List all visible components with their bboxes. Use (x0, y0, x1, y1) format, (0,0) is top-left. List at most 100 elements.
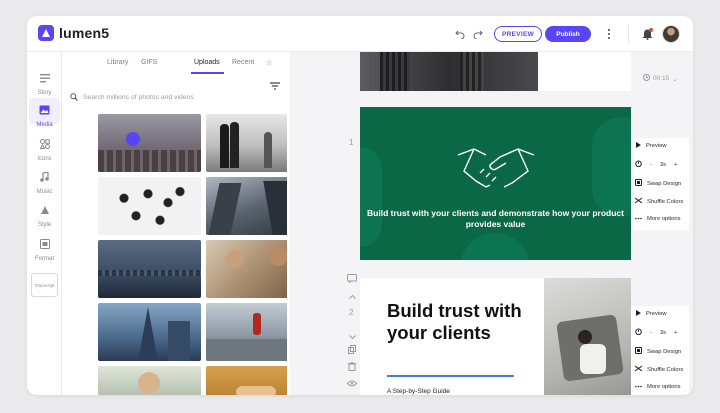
scene-1-more-options-button[interactable]: More options (635, 216, 681, 222)
scene-2-shuffle-colors-button[interactable]: Shuffle Colors (634, 365, 684, 374)
tab-uploads[interactable]: Uploads (194, 59, 220, 66)
publish-button[interactable]: Publish (545, 26, 591, 42)
tab-library[interactable]: Library (107, 59, 128, 66)
handshake-icon (456, 143, 536, 194)
tab-gifs[interactable]: GIFS (141, 59, 157, 66)
decrease-duration-button[interactable]: - (650, 162, 652, 168)
style-icon (40, 202, 50, 220)
rail-item-music[interactable]: Music (27, 169, 62, 195)
left-rail: Story Media Icons Music Style Format Tra… (27, 52, 62, 395)
more-options-label: More options (647, 384, 681, 390)
story-icon (39, 70, 50, 88)
media-icon (39, 102, 50, 120)
rail-item-icons[interactable]: Icons (27, 136, 62, 162)
chevron-down-icon[interactable]: ⌄ (672, 75, 677, 83)
swap-design-label: Swap Design (647, 180, 682, 187)
logo-text: lumen5 (59, 25, 110, 41)
timer-icon (635, 160, 642, 169)
media-thumbnail[interactable] (98, 177, 201, 235)
media-thumbnail[interactable] (98, 240, 201, 298)
timer-icon (635, 328, 642, 337)
rail-item-label: Music (36, 189, 53, 195)
scene-2-preview-button[interactable]: Preview (635, 310, 667, 318)
more-dots-icon (635, 384, 642, 390)
rail-item-label: Media (36, 122, 53, 128)
preview-label: Preview (646, 143, 667, 149)
active-tab-indicator (191, 72, 224, 74)
rail-item-format[interactable]: Format (27, 236, 62, 262)
media-thumbnail[interactable] (206, 303, 287, 361)
scene-2-subtitle: A Step-by-Step Guide (387, 388, 450, 395)
filter-lines-icon[interactable] (270, 77, 280, 95)
transcript-button[interactable]: Transcript (31, 273, 58, 297)
title-underline (387, 375, 514, 377)
user-avatar[interactable] (662, 25, 680, 43)
rail-item-story[interactable]: Story (27, 70, 62, 96)
shuffle-colors-label: Shuffle Colors (647, 198, 684, 205)
toolbar-divider (628, 25, 629, 43)
scene-number: 2 (349, 308, 354, 317)
notification-bell-icon[interactable] (639, 26, 655, 42)
scene-1-duration-stepper[interactable]: - 3s + (635, 160, 677, 169)
scene-1-shuffle-colors-button[interactable]: Shuffle Colors (634, 197, 684, 206)
play-icon (635, 310, 641, 318)
scene-2-options: Preview - 3s + Swap Design Shuffle Color… (631, 306, 689, 395)
scene-2-slide[interactable]: Build trust with your clients A Step-by-… (360, 278, 631, 395)
rail-item-media[interactable]: Media (27, 98, 62, 128)
rail-item-label: Icons (37, 156, 52, 162)
scene-preview-partial[interactable] (360, 52, 538, 91)
duration-value: 3s (659, 161, 667, 168)
music-icon (40, 169, 49, 187)
search-icon (70, 88, 78, 106)
scene-1-slide[interactable]: Build trust with your clients and demons… (360, 107, 631, 260)
undo-icon[interactable] (452, 26, 468, 42)
logo[interactable]: lumen5 (38, 25, 109, 41)
lumen5-logo-icon (38, 25, 54, 41)
rail-item-label: Story (37, 90, 52, 96)
shuffle-colors-label: Shuffle Colors (647, 366, 684, 373)
redo-icon[interactable] (470, 26, 486, 42)
scene-2-photo[interactable] (544, 278, 631, 395)
preview-button[interactable]: PREVIEW (494, 26, 542, 42)
media-thumbnail[interactable] (98, 114, 201, 172)
scene-number: 1 (349, 138, 354, 147)
star-icon[interactable]: ☆ (266, 59, 272, 67)
increase-duration-button[interactable]: + (674, 162, 677, 168)
icons-icon (39, 136, 50, 154)
play-icon (635, 142, 641, 150)
tab-recent[interactable]: Recent (232, 59, 254, 66)
media-thumbnail[interactable] (206, 177, 287, 235)
timeline-duration: 00:15 ⌄ (643, 74, 678, 83)
swap-design-icon (635, 179, 642, 188)
rail-item-style[interactable]: Style (27, 202, 62, 228)
more-options-label: More options (647, 216, 681, 222)
scene-2-swap-design-button[interactable]: Swap Design (635, 347, 681, 356)
more-menu-icon[interactable] (601, 26, 617, 42)
scene-2-more-options-button[interactable]: More options (635, 384, 681, 390)
media-thumbnail[interactable] (98, 303, 201, 361)
increase-duration-button[interactable]: + (674, 330, 677, 336)
rail-item-label: Format (34, 256, 54, 262)
clock-icon (643, 74, 650, 83)
top-bar: lumen5 PREVIEW Publish (27, 16, 693, 52)
search-input[interactable]: Search millions of photos and videos (83, 94, 194, 101)
swap-design-icon (635, 347, 642, 356)
search-bar[interactable]: Search millions of photos and videos (70, 90, 280, 104)
scene-1-text: Build trust with your clients and demons… (367, 208, 624, 229)
media-thumbnail[interactable] (206, 240, 287, 298)
app-window: lumen5 PREVIEW Publish Story Media Icons… (27, 16, 693, 395)
eye-icon[interactable] (346, 374, 358, 392)
decrease-duration-button[interactable]: - (650, 330, 652, 336)
scene-2-title: Build trust with your clients (387, 300, 522, 343)
media-thumbnail[interactable] (206, 114, 287, 172)
shuffle-icon (634, 365, 643, 374)
scene-1-swap-design-button[interactable]: Swap Design (635, 179, 681, 188)
duplicate-icon[interactable] (348, 341, 356, 359)
media-thumbnail[interactable] (206, 366, 287, 395)
scene-1-preview-button[interactable]: Preview (635, 142, 667, 150)
chevron-up-icon[interactable] (349, 286, 356, 304)
more-dots-icon (635, 216, 642, 222)
scene-2-duration-stepper[interactable]: - 3s + (635, 328, 677, 337)
media-thumbnail[interactable] (98, 366, 201, 395)
duration-value: 3s (659, 329, 667, 336)
